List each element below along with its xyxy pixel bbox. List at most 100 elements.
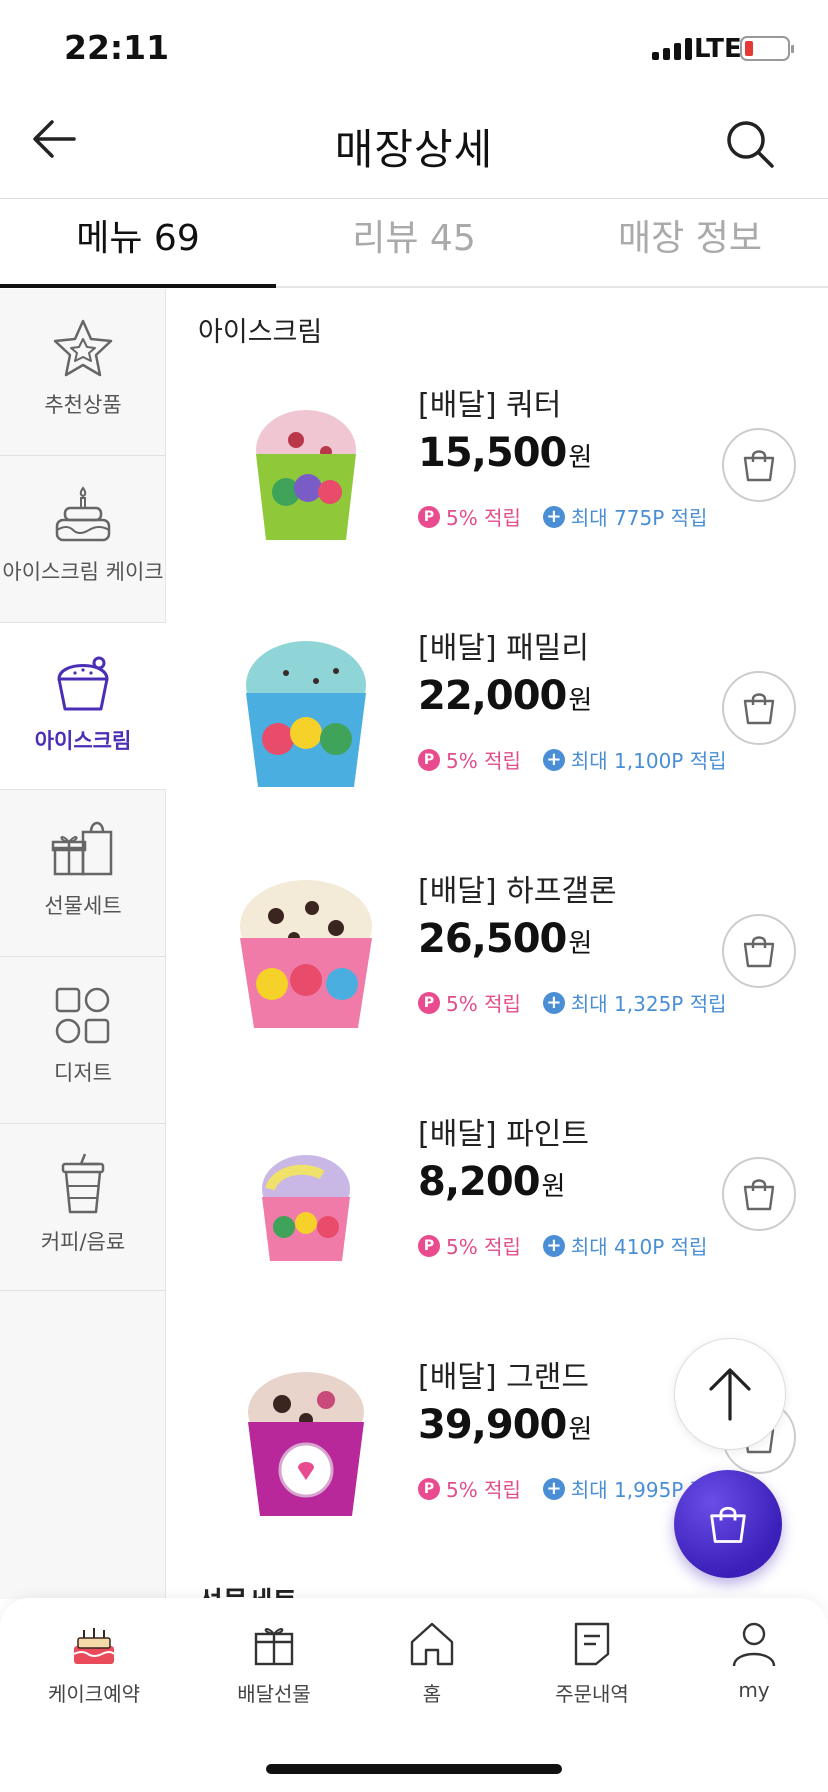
nav-cake-reservation[interactable]: 케이크예약 <box>24 1620 164 1707</box>
category-sidebar: 추천상품 아이스크림 케이크 아이스크림 선물세트 디저트 커피/음료 <box>0 289 166 1599</box>
product-name: [배달] 그랜드 <box>418 1360 589 1395</box>
tab-store-info[interactable]: 매장 정보 <box>552 199 828 286</box>
add-to-cart-button[interactable] <box>722 914 796 988</box>
star-icon <box>53 319 113 377</box>
battery-icon <box>740 36 794 61</box>
gift-box-icon <box>254 1628 294 1666</box>
product-name: [배달] 파인트 <box>418 1117 589 1152</box>
plus-circle-icon: + <box>542 505 565 528</box>
sidebar-item-recommended[interactable]: 추천상품 <box>0 289 166 456</box>
product-price: 8,200원 <box>418 1159 565 1205</box>
point-badge-icon: P <box>418 748 440 771</box>
receipt-icon <box>574 1622 610 1666</box>
status-bar: 22:11 LTE <box>0 0 828 96</box>
product-name: [배달] 하프갤론 <box>418 874 617 909</box>
sidebar-item-icecream[interactable]: 아이스크림 <box>0 623 166 790</box>
sidebar-item-icecream-cake[interactable]: 아이스크림 케이크 <box>0 456 166 623</box>
point-rate: 5% 적립 <box>446 1235 521 1259</box>
product-name: [배달] 쿼터 <box>418 388 562 423</box>
network-label: LTE <box>694 34 742 64</box>
product-item[interactable]: [배달] 하프갤론 26,500원 P 5% 적립 + 최대 1,325P 적립 <box>166 846 828 1088</box>
shopping-bag-icon <box>743 450 775 482</box>
product-price: 15,500원 <box>418 430 592 476</box>
product-points: P 5% 적립 + 최대 775P 적립 <box>418 502 707 531</box>
signal-icon <box>652 36 692 60</box>
search-icon[interactable] <box>724 118 776 170</box>
point-rate: 5% 적립 <box>446 1478 521 1502</box>
cart-floating-button[interactable] <box>674 1470 782 1578</box>
point-badge-icon: P <box>418 1234 440 1257</box>
point-rate: 5% 적립 <box>446 749 521 773</box>
shopping-bag-icon <box>743 693 775 725</box>
product-price: 22,000원 <box>418 673 592 719</box>
add-to-cart-button[interactable] <box>722 671 796 745</box>
shopping-bag-icon <box>743 936 775 968</box>
home-icon <box>410 1622 454 1666</box>
product-image <box>246 641 366 787</box>
sidebar-item-label: 선물세트 <box>44 894 122 918</box>
add-to-cart-button[interactable] <box>722 1157 796 1231</box>
product-item[interactable]: [배달] 파인트 8,200원 P 5% 적립 + 최대 410P 적립 <box>166 1089 828 1331</box>
status-time: 22:11 <box>64 28 170 67</box>
cake-icon <box>55 486 111 542</box>
product-name: [배달] 패밀리 <box>418 631 589 666</box>
tab-bar: 메뉴 69 리뷰 45 매장 정보 <box>0 198 828 288</box>
page-title: 매장상세 <box>334 125 494 174</box>
plus-circle-icon: + <box>542 1477 565 1500</box>
sidebar-item-label: 디저트 <box>54 1061 112 1085</box>
point-rate: 5% 적립 <box>446 506 521 530</box>
icecream-cup-icon <box>57 656 109 711</box>
product-item[interactable]: [배달] 패밀리 22,000원 P 5% 적립 + 최대 1,100P 적립 <box>166 603 828 845</box>
max-point: 최대 1,100P 적립 <box>570 749 727 773</box>
app-header: 매장상세 <box>0 96 828 200</box>
bottom-navigation: 케이크예약 배달선물 홈 주문내역 my <box>0 1598 828 1792</box>
shopping-bag-icon <box>710 1506 746 1543</box>
tab-review[interactable]: 리뷰 45 <box>276 199 552 286</box>
point-badge-icon: P <box>418 1477 440 1500</box>
sidebar-item-label: 추천상품 <box>44 393 122 417</box>
add-to-cart-button[interactable] <box>722 428 796 502</box>
sidebar-item-label: 아이스크림 케이크 <box>2 560 164 584</box>
grid-shapes-icon <box>55 987 110 1044</box>
point-badge-icon: P <box>418 991 440 1014</box>
sidebar-item-label: 커피/음료 <box>40 1230 126 1254</box>
nav-label: 홈 <box>422 1682 442 1706</box>
plus-circle-icon: + <box>542 1234 565 1257</box>
cake-icon <box>73 1628 115 1664</box>
sidebar-item-dessert[interactable]: 디저트 <box>0 957 166 1124</box>
product-price: 39,900원 <box>418 1402 592 1448</box>
nav-home[interactable]: 홈 <box>362 1620 502 1707</box>
tab-menu[interactable]: 메뉴 69 <box>0 199 276 288</box>
section-title: 아이스크림 <box>198 317 323 348</box>
point-rate: 5% 적립 <box>446 992 521 1016</box>
product-points: P 5% 적립 + 최대 1,325P 적립 <box>418 988 727 1017</box>
nav-label: 케이크예약 <box>48 1682 140 1706</box>
gift-icon <box>51 821 113 876</box>
max-point: 최대 775P 적립 <box>570 506 708 530</box>
nav-order-history[interactable]: 주문내역 <box>522 1620 662 1707</box>
product-image <box>256 410 356 540</box>
max-point: 최대 1,325P 적립 <box>570 992 727 1016</box>
plus-circle-icon: + <box>542 991 565 1014</box>
person-icon <box>732 1622 776 1667</box>
product-points: P 5% 적립 + 최대 410P 적립 <box>418 1231 707 1260</box>
home-indicator <box>266 1764 562 1774</box>
product-image <box>240 880 372 1028</box>
plus-circle-icon: + <box>542 748 565 771</box>
nav-my[interactable]: my <box>684 1620 824 1702</box>
nav-label: 배달선물 <box>237 1682 311 1706</box>
product-points: P 5% 적립 + 최대 1,100P 적립 <box>418 745 727 774</box>
nav-label: 주문내역 <box>555 1682 629 1706</box>
nav-delivery-gift[interactable]: 배달선물 <box>204 1620 344 1707</box>
sidebar-item-gift-set[interactable]: 선물세트 <box>0 790 166 957</box>
max-point: 최대 410P 적립 <box>570 1235 708 1259</box>
shopping-bag-icon <box>743 1179 775 1211</box>
product-item[interactable]: [배달] 쿼터 15,500원 P 5% 적립 + 최대 775P 적립 <box>166 360 828 602</box>
product-image <box>262 1155 350 1261</box>
scroll-to-top-button[interactable] <box>674 1338 786 1450</box>
sidebar-item-coffee-drinks[interactable]: 커피/음료 <box>0 1124 166 1291</box>
product-price: 26,500원 <box>418 916 592 962</box>
point-badge-icon: P <box>418 505 440 528</box>
product-image <box>248 1372 364 1516</box>
arrow-up-icon <box>709 1368 751 1421</box>
